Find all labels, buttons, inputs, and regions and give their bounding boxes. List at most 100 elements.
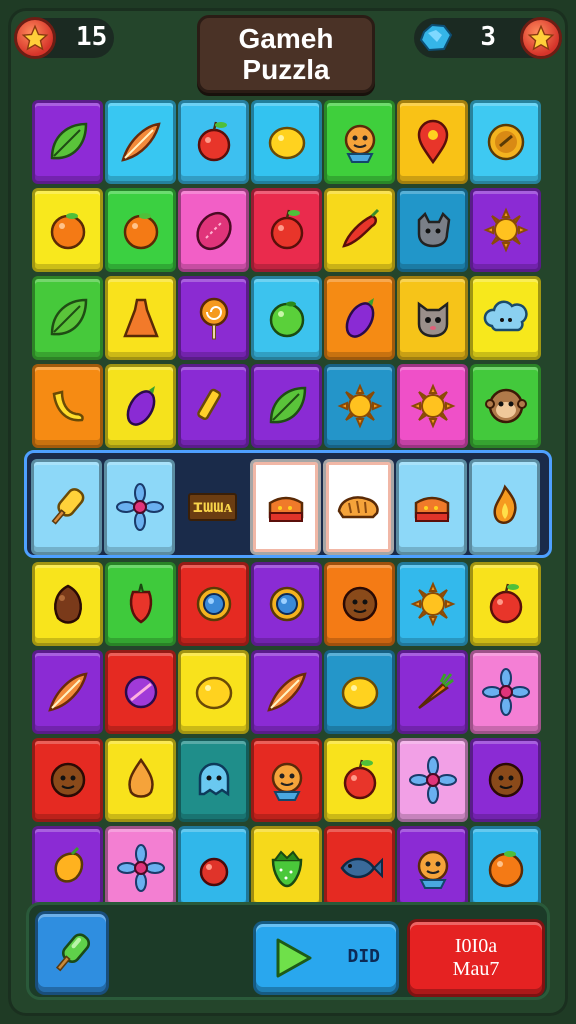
creature-icon	[271, 762, 302, 801]
lollipop-icon	[199, 297, 228, 340]
board-tile[interactable]	[251, 364, 322, 448]
board-tile[interactable]	[324, 826, 395, 910]
bonus-star-icon[interactable]	[520, 17, 562, 59]
board-tile[interactable]	[397, 650, 468, 734]
board-row	[28, 650, 548, 738]
ghost-icon	[198, 762, 229, 797]
orange-icon	[123, 213, 158, 250]
orange-icon	[488, 851, 523, 888]
board-tile[interactable]	[397, 826, 468, 910]
menu-button[interactable]: I0I0a Mau7	[407, 919, 545, 997]
sun-icon	[409, 383, 456, 429]
play-icon	[276, 938, 312, 978]
board-tile[interactable]	[105, 188, 176, 272]
menu-label-line-1: I0I0a	[454, 935, 498, 957]
board-tile[interactable]	[324, 188, 395, 272]
board-tile[interactable]	[397, 738, 468, 822]
board-tile[interactable]	[324, 738, 395, 822]
board-row	[28, 188, 548, 276]
board-tile[interactable]	[105, 276, 176, 360]
drop-icon	[127, 757, 154, 798]
board-tile[interactable]: ɪɯɯᴀ	[177, 459, 248, 555]
board-tile[interactable]	[178, 562, 249, 646]
board-tile[interactable]	[105, 100, 176, 184]
board-tile[interactable]	[324, 562, 395, 646]
board-tile[interactable]	[324, 276, 395, 360]
feather-icon	[120, 122, 161, 162]
board-tile[interactable]	[178, 100, 249, 184]
title-line-1: Gameh	[238, 23, 334, 54]
board-tile[interactable]	[396, 459, 467, 555]
board-tile[interactable]	[324, 650, 395, 734]
board-tile[interactable]	[251, 188, 322, 272]
bean-icon	[195, 211, 232, 251]
board-tile[interactable]	[470, 650, 541, 734]
feather-icon	[47, 672, 88, 712]
board-tile[interactable]	[397, 276, 468, 360]
board-tile[interactable]	[32, 562, 103, 646]
board-tile[interactable]	[470, 562, 541, 646]
board-tile[interactable]	[178, 826, 249, 910]
board-tile[interactable]	[251, 562, 322, 646]
apple-icon	[343, 759, 376, 800]
board-tile[interactable]	[178, 364, 249, 448]
board-tile[interactable]	[32, 738, 103, 822]
board-row	[28, 276, 548, 364]
play-button[interactable]: DID	[253, 921, 399, 995]
board-tile[interactable]	[251, 100, 322, 184]
leaf-icon	[269, 386, 306, 424]
board-tile[interactable]	[470, 100, 541, 184]
board-tile[interactable]	[470, 276, 541, 360]
board-tile[interactable]	[105, 562, 176, 646]
board-tile[interactable]	[397, 562, 468, 646]
board-tile[interactable]	[470, 826, 541, 910]
board-tile[interactable]	[470, 364, 541, 448]
board-tile[interactable]	[250, 459, 321, 555]
board-tile[interactable]	[32, 650, 103, 734]
board-tile[interactable]	[105, 650, 176, 734]
game-title: Gameh Puzzla	[197, 15, 375, 93]
board-tile[interactable]	[32, 364, 103, 448]
dog-icon	[417, 211, 450, 248]
fries-icon	[196, 388, 221, 421]
ring-icon	[269, 586, 304, 622]
board-row	[28, 364, 548, 452]
board-tile[interactable]	[251, 826, 322, 910]
carrot-icon	[417, 673, 454, 710]
board-tile[interactable]	[178, 650, 249, 734]
cloud-icon	[483, 300, 528, 332]
board-tile[interactable]	[397, 100, 468, 184]
board-tile[interactable]	[251, 650, 322, 734]
board-row	[28, 826, 548, 914]
board-tile[interactable]	[397, 188, 468, 272]
board-tile[interactable]	[469, 459, 540, 555]
board-tile[interactable]	[178, 276, 249, 360]
board-tile[interactable]	[32, 276, 103, 360]
board-tile[interactable]	[470, 738, 541, 822]
board-tile[interactable]	[397, 364, 468, 448]
board-tile[interactable]	[31, 459, 102, 555]
board-tile[interactable]	[105, 826, 176, 910]
board-tile[interactable]	[178, 188, 249, 272]
board-tile[interactable]	[251, 738, 322, 822]
board-tile[interactable]	[32, 100, 103, 184]
board-tile[interactable]	[324, 100, 395, 184]
board-tile[interactable]	[324, 364, 395, 448]
highlighted-row: ɪɯɯᴀ	[24, 450, 552, 558]
sun-icon	[409, 581, 456, 627]
powerup-button[interactable]	[35, 911, 109, 995]
apple-icon	[270, 209, 303, 250]
board-tile[interactable]	[251, 276, 322, 360]
board-tile[interactable]	[105, 364, 176, 448]
board-tile[interactable]	[323, 459, 394, 555]
next-label: DID	[347, 946, 380, 967]
board-tile[interactable]	[32, 826, 103, 910]
popsicle-icon	[51, 488, 84, 525]
board-tile[interactable]	[470, 188, 541, 272]
board-tile[interactable]	[178, 738, 249, 822]
board-tile[interactable]	[105, 738, 176, 822]
leaf-icon	[50, 298, 87, 336]
board-tile[interactable]	[32, 188, 103, 272]
board-tile[interactable]	[104, 459, 175, 555]
map-pin-icon	[417, 119, 448, 165]
